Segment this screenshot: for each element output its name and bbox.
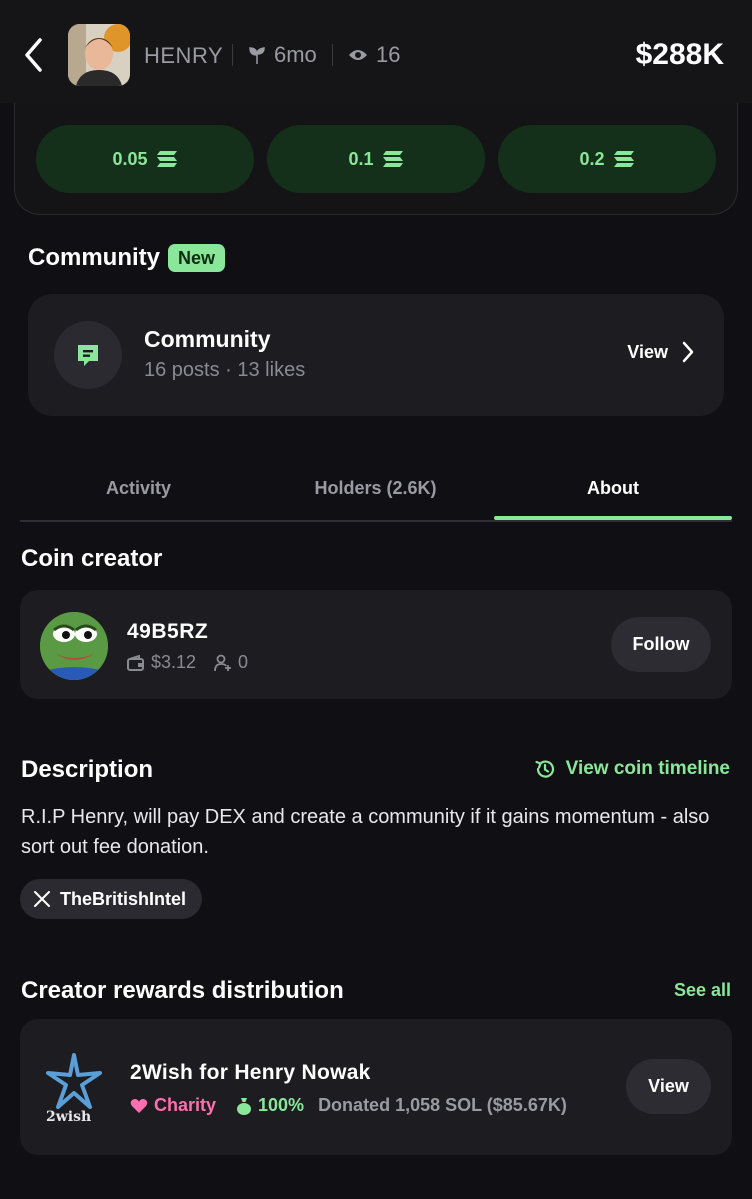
tab-holders[interactable]: Holders (2.6K) [257, 478, 494, 499]
description-text: R.I.P Henry, will pay DEX and create a c… [21, 806, 710, 858]
creator-rewards-title: Creator rewards distribution [21, 977, 344, 1004]
tab-bar: Activity Holders (2.6K) About [20, 464, 732, 522]
x-logo-icon [34, 891, 50, 907]
token-age-value: 6mo [274, 42, 317, 67]
creator-card[interactable]: 49B5RZ $3.12 0 Follow [20, 590, 732, 699]
reward-donated: Donated 1,058 SOL ($85.67K) [318, 1095, 567, 1115]
creator-followers: 0 [238, 652, 249, 672]
divider [332, 44, 333, 66]
divider [232, 44, 233, 66]
sprout-icon [249, 47, 265, 64]
token-views-value: 16 [376, 42, 401, 67]
community-card-subtitle: 16 posts · 13 likes [144, 359, 306, 381]
quick-buy-0-2-button[interactable]: 0.2 [498, 125, 716, 193]
token-age: 6mo [248, 42, 317, 68]
reward-meta: Charity 100% Donated 1,058 SOL ($85.67K) [130, 1095, 567, 1116]
quick-buy-0-05-button[interactable]: 0.05 [36, 125, 254, 193]
token-name: HENRY [144, 43, 224, 68]
token-views: 16 [348, 42, 400, 68]
see-all-link[interactable]: See all [674, 980, 731, 1001]
eye-icon [349, 50, 367, 60]
community-card[interactable]: Community 16 posts · 13 likes View [28, 294, 724, 416]
reward-percent: 100% [258, 1095, 305, 1115]
community-view-link[interactable]: View [627, 341, 694, 363]
community-section-title: Community [28, 244, 160, 271]
quick-buy-amount: 0.05 [112, 148, 148, 169]
follow-button[interactable]: Follow [611, 617, 711, 672]
creator-balance: $3.12 [151, 652, 197, 672]
reward-name: 2Wish for Henry Nowak [130, 1061, 371, 1084]
back-arrow-icon[interactable] [20, 36, 48, 74]
tab-activity[interactable]: Activity [20, 478, 257, 499]
2wish-logo-text: 2wish [46, 1109, 91, 1123]
top-header: HENRY 6mo 16 $288K [0, 0, 752, 103]
coin-creator-title: Coin creator [21, 545, 163, 572]
creator-avatar [40, 612, 108, 680]
community-view-label: View [627, 341, 668, 362]
x-handle: TheBritishIntel [60, 888, 187, 909]
money-bag-icon [237, 1097, 252, 1115]
quick-buy-amount: 0.1 [348, 148, 374, 169]
tab-about[interactable]: About [494, 478, 732, 499]
chat-icon [78, 345, 98, 366]
new-badge: New [168, 244, 226, 272]
reward-card[interactable]: 2wish 2Wish for Henry Nowak Charity 100%… [20, 1019, 732, 1155]
user-plus-icon [214, 654, 232, 671]
chevron-right-icon [682, 341, 694, 363]
community-icon-wrap [54, 321, 122, 389]
creator-stats: $3.12 0 [127, 652, 248, 673]
solana-icon [613, 151, 634, 167]
solana-icon [156, 151, 177, 167]
history-icon [535, 760, 554, 778]
reward-view-button[interactable]: View [626, 1059, 711, 1114]
active-tab-indicator [494, 516, 732, 520]
creator-name: 49B5RZ [127, 620, 209, 643]
wallet-icon [127, 654, 144, 671]
community-card-title: Community [144, 326, 271, 352]
view-coin-timeline-link[interactable]: View coin timeline [534, 758, 730, 780]
heart-icon [130, 1098, 148, 1113]
quick-buy-amount: 0.2 [579, 148, 605, 169]
solana-icon [382, 151, 403, 167]
token-avatar [68, 24, 130, 86]
quick-buy-0-1-button[interactable]: 0.1 [267, 125, 485, 193]
view-coin-timeline-label: View coin timeline [565, 758, 730, 779]
2wish-logo: 2wish [46, 1053, 102, 1123]
x-social-link[interactable]: TheBritishIntel [20, 879, 203, 919]
reward-category: Charity [154, 1095, 217, 1115]
market-cap: $288K [635, 38, 724, 71]
description-title: Description [21, 756, 154, 783]
